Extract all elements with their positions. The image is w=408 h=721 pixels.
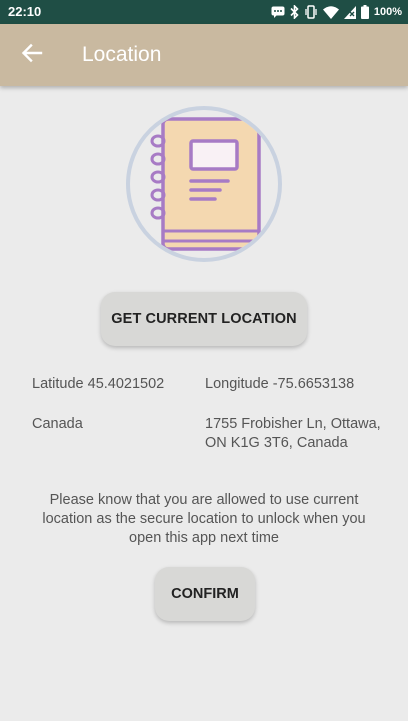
latitude-text: Latitude 45.4021502 xyxy=(32,376,165,392)
app-bar: Location xyxy=(0,24,408,86)
longitude-text: Longitude -75.6653138 xyxy=(205,376,355,392)
vibrate-icon xyxy=(304,5,318,19)
status-icons: 100% xyxy=(271,3,402,21)
arrow-left-icon xyxy=(21,42,43,69)
bluetooth-icon xyxy=(290,5,299,19)
page-title: Location xyxy=(82,43,162,66)
notice-text: Please know that you are allowed to use … xyxy=(42,492,366,546)
get-current-location-button[interactable]: GET CURRENT LOCATION xyxy=(101,292,307,346)
back-button[interactable] xyxy=(14,37,50,73)
wifi-icon xyxy=(322,5,339,19)
battery-icon xyxy=(360,5,369,19)
message-icon xyxy=(271,6,285,18)
status-bar: 22:10 100% xyxy=(0,0,408,24)
notebook-illustration xyxy=(125,105,283,263)
signal-icon xyxy=(343,5,356,19)
address-text: 1755 Frobisher Ln, Ottawa, ON K1G 3T6, C… xyxy=(205,416,381,451)
battery-percent: 100% xyxy=(373,6,402,18)
country-text: Canada xyxy=(32,416,83,432)
notebook-icon xyxy=(125,106,283,267)
confirm-button[interactable]: CONFIRM xyxy=(155,567,255,621)
status-time: 22:10 xyxy=(8,4,42,19)
